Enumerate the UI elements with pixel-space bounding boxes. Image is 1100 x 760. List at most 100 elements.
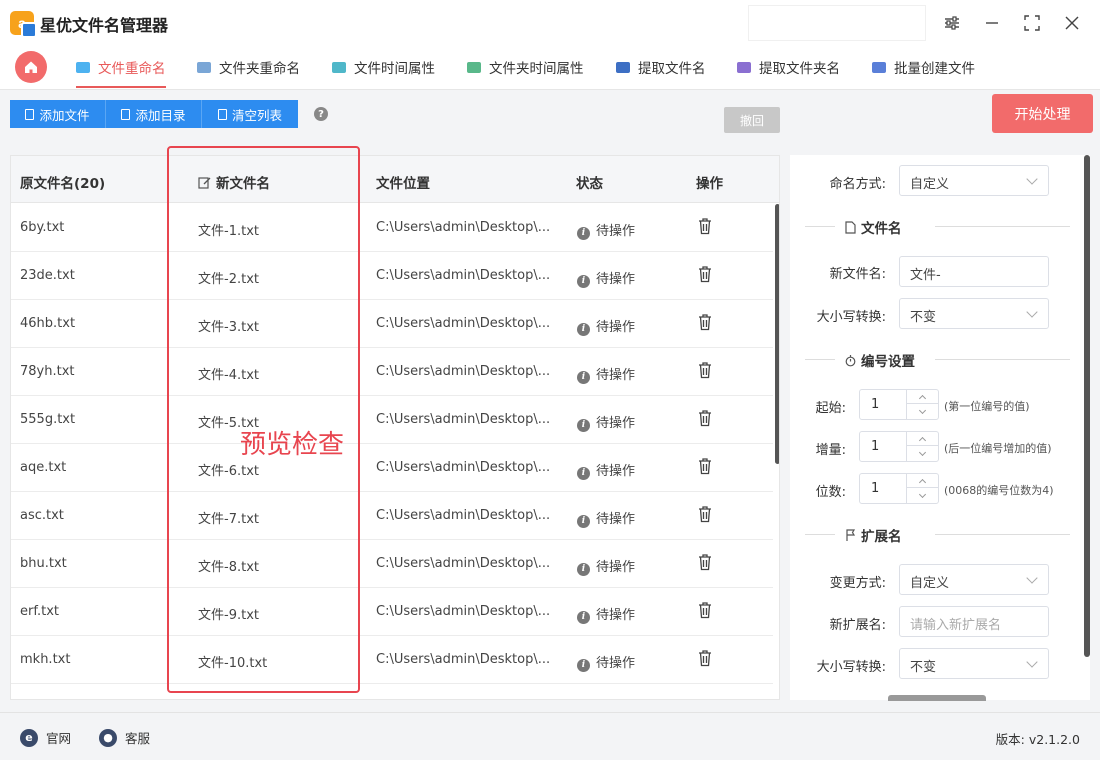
- new-filename: 文件-3.txt: [198, 320, 259, 335]
- trash-icon[interactable]: [698, 361, 712, 379]
- ext-mode-label: 变更方式:: [829, 576, 886, 591]
- info-icon: i: [577, 610, 590, 624]
- increment-button[interactable]: [907, 390, 938, 404]
- help-icon[interactable]: ?: [314, 107, 328, 121]
- settings-scrollbar[interactable]: [1084, 155, 1090, 657]
- digits-stepper[interactable]: 1: [859, 473, 939, 504]
- file-location: C:\Users\admin\Desktop\...: [376, 652, 551, 667]
- extract-filename-icon: [616, 61, 630, 73]
- table-row[interactable]: mkh.txt 文件-10.txt C:\Users\admin\Desktop\.…: [11, 636, 773, 684]
- maximize-icon[interactable]: [1019, 10, 1045, 36]
- status-cell: i 待操作: [577, 268, 635, 288]
- trash-icon[interactable]: [698, 265, 712, 283]
- ext-case-value: 不变: [910, 660, 937, 675]
- document-icon: [121, 108, 131, 120]
- tab-file-time[interactable]: 文件时间属性: [332, 46, 435, 88]
- extension-section-title: 扩展名: [861, 529, 902, 545]
- table-row[interactable]: aqe.txt 文件-6.txt C:\Users\admin\Desktop\..…: [11, 444, 773, 492]
- title-search-box[interactable]: [748, 5, 926, 41]
- filename-section-title: 文件名: [861, 221, 902, 237]
- tab-extract-filename[interactable]: 提取文件名: [616, 46, 706, 88]
- table-row[interactable]: 6by.txt 文件-1.txt C:\Users\admin\Desktop\..…: [11, 204, 773, 252]
- increment-button[interactable]: [907, 474, 938, 488]
- trash-icon[interactable]: [698, 601, 712, 619]
- header-original-name[interactable]: 原文件名(20): [20, 172, 105, 192]
- undo-button[interactable]: 撤回: [724, 107, 780, 133]
- header-status[interactable]: 状态: [576, 172, 603, 192]
- trash-icon[interactable]: [698, 505, 712, 523]
- tab-folder-time[interactable]: 文件夹时间属性: [467, 46, 584, 88]
- status-text: 待操作: [596, 560, 636, 575]
- settings-sliders-icon[interactable]: [939, 10, 965, 36]
- batch-create-icon: [872, 61, 886, 73]
- header-location[interactable]: 文件位置: [376, 172, 430, 192]
- step-label: 增量:: [815, 443, 846, 458]
- chevron-down-icon: [1026, 306, 1038, 318]
- folder-time-icon: [467, 61, 481, 73]
- website-link[interactable]: e 官网: [20, 728, 71, 747]
- footer: e 官网 ● 客服 版本: v2.1.2.0: [0, 712, 1100, 760]
- case-select[interactable]: 不变: [899, 298, 1049, 329]
- decrement-button[interactable]: [907, 405, 938, 419]
- trash-icon[interactable]: [698, 217, 712, 235]
- status-text: 待操作: [596, 416, 636, 431]
- start-value: 1: [871, 397, 880, 412]
- panel-button-partial[interactable]: [888, 695, 986, 701]
- tab-batch-create[interactable]: 批量创建文件: [872, 46, 975, 88]
- close-icon[interactable]: [1059, 10, 1085, 36]
- home-icon[interactable]: [15, 51, 47, 83]
- ext-case-label: 大小写转换:: [816, 660, 886, 675]
- ext-case-select[interactable]: 不变: [899, 648, 1049, 679]
- original-filename: asc.txt: [20, 508, 64, 523]
- tab-folder-rename[interactable]: 文件夹重命名: [197, 46, 300, 88]
- table-row[interactable]: erf.txt 文件-9.txt C:\Users\admin\Desktop\..…: [11, 588, 773, 636]
- header-action[interactable]: 操作: [696, 172, 723, 192]
- original-filename: 555g.txt: [20, 412, 76, 427]
- minimize-icon[interactable]: [979, 10, 1005, 36]
- table-row[interactable]: 78yh.txt 文件-4.txt C:\Users\admin\Desktop\.…: [11, 348, 773, 396]
- trash-icon[interactable]: [698, 649, 712, 667]
- clear-list-label: 清空列表: [231, 107, 282, 123]
- step-stepper[interactable]: 1: [859, 431, 939, 462]
- tab-label: 提取文件夹名: [759, 61, 840, 77]
- trash-icon[interactable]: [698, 409, 712, 427]
- table-scrollbar[interactable]: [775, 204, 779, 464]
- status-text: 待操作: [596, 512, 636, 527]
- decrement-button[interactable]: [907, 489, 938, 503]
- header-new-name[interactable]: 新文件名: [198, 172, 270, 192]
- trash-icon[interactable]: [698, 553, 712, 571]
- table-row[interactable]: 23de.txt 文件-2.txt C:\Users\admin\Desktop\.…: [11, 252, 773, 300]
- table-row[interactable]: 46hb.txt 文件-3.txt C:\Users\admin\Desktop\.…: [11, 300, 773, 348]
- start-stepper[interactable]: 1: [859, 389, 939, 420]
- file-location: C:\Users\admin\Desktop\...: [376, 556, 551, 571]
- status-cell: i 待操作: [577, 220, 635, 240]
- tab-extract-foldername[interactable]: 提取文件夹名: [737, 46, 840, 88]
- naming-mode-select[interactable]: 自定义: [899, 165, 1049, 196]
- trash-icon[interactable]: [698, 313, 712, 331]
- decrement-button[interactable]: [907, 447, 938, 461]
- info-icon: i: [577, 322, 590, 336]
- app-logo-icon: a: [10, 11, 37, 38]
- case-label: 大小写转换:: [816, 310, 886, 325]
- table-row[interactable]: 555g.txt 文件-5.txt C:\Users\admin\Desktop\.…: [11, 396, 773, 444]
- add-directory-button[interactable]: 添加目录: [106, 100, 202, 128]
- table-row[interactable]: asc.txt 文件-7.txt C:\Users\admin\Desktop\..…: [11, 492, 773, 540]
- new-filename: 文件-9.txt: [198, 608, 259, 623]
- add-file-button[interactable]: 添加文件: [10, 100, 106, 128]
- new-filename: 文件-7.txt: [198, 512, 259, 527]
- increment-button[interactable]: [907, 432, 938, 446]
- trash-icon[interactable]: [698, 457, 712, 475]
- status-text: 待操作: [596, 368, 636, 383]
- status-cell: i 待操作: [577, 412, 635, 432]
- new-ext-input[interactable]: 请输入新扩展名: [899, 606, 1049, 637]
- new-name-input[interactable]: 文件-: [899, 256, 1049, 287]
- clear-list-button[interactable]: 清空列表: [202, 100, 298, 128]
- support-link[interactable]: ● 客服: [99, 728, 150, 747]
- tab-file-rename[interactable]: 文件重命名: [76, 46, 166, 88]
- chevron-down-icon: [1026, 572, 1038, 584]
- table-row[interactable]: bhu.txt 文件-8.txt C:\Users\admin\Desktop\..…: [11, 540, 773, 588]
- ext-mode-value: 自定义: [910, 576, 950, 591]
- app-title: 星优文件名管理器: [40, 16, 169, 35]
- start-button[interactable]: 开始处理: [992, 94, 1093, 133]
- ext-mode-select[interactable]: 自定义: [899, 564, 1049, 595]
